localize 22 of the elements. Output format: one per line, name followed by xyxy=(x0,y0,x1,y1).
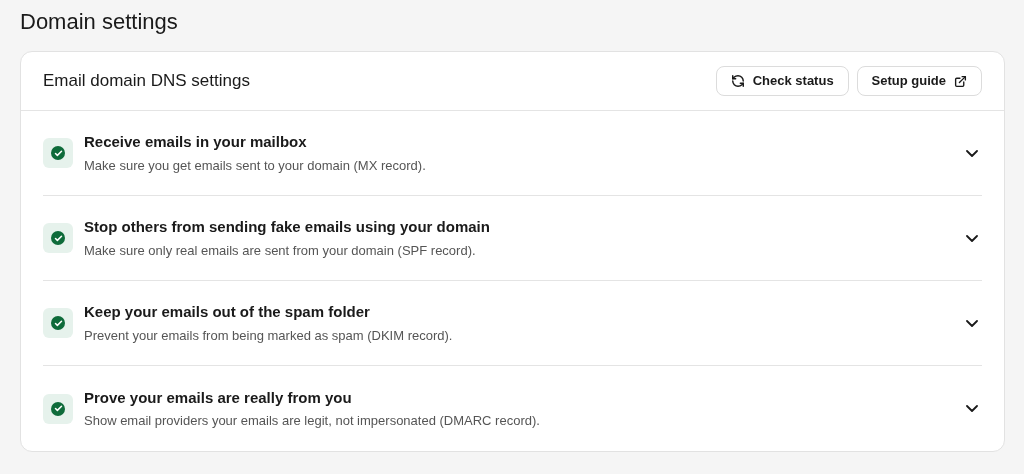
item-description: Make sure only real emails are sent from your domain (SPF record). xyxy=(84,241,477,260)
setup-guide-button[interactable]: Setup guide xyxy=(856,66,982,96)
card-title: Email domain DNS settings xyxy=(43,70,250,93)
chevron-icon xyxy=(966,405,978,412)
check-icon xyxy=(53,318,63,328)
item-description: Make sure you get emails sent to your domain (MX record). xyxy=(84,156,427,175)
check-status-button[interactable]: Check status xyxy=(715,66,849,96)
refresh-icon xyxy=(730,74,745,88)
item-title: Stop others from sending fake emails using your domain xyxy=(84,217,491,237)
item-description: Show email providers your emails are legit, not impersonated (DMARC record). xyxy=(84,412,541,430)
check-icon xyxy=(53,404,63,413)
chevron-icon xyxy=(966,319,978,327)
check-icon xyxy=(53,148,63,158)
item-description: Prevent your emails from being marked as spam (DKIM record). xyxy=(84,326,454,345)
chevron-icon xyxy=(966,234,978,242)
item-title: Prove your emails are really from you xyxy=(84,387,353,408)
check-icon xyxy=(53,233,63,243)
page-title: Domain settings xyxy=(20,8,178,36)
chevron-icon xyxy=(966,149,978,157)
item-title: Keep your emails out of the spam folder xyxy=(84,302,371,322)
item-title: Receive emails in your mailbox xyxy=(84,132,308,152)
external-link-icon xyxy=(954,74,967,88)
